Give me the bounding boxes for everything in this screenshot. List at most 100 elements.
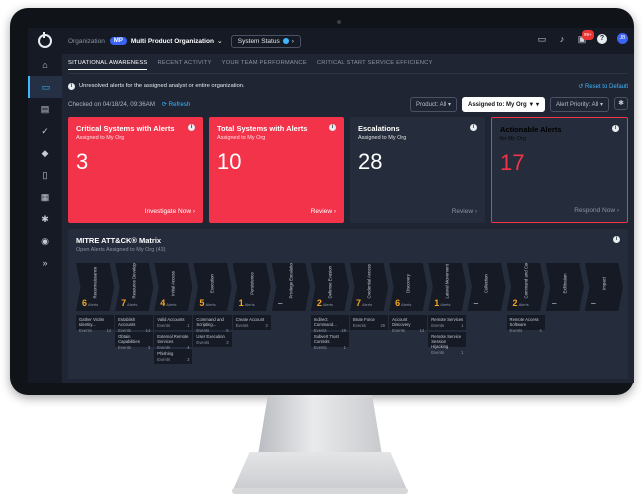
technique-name: Remote Service Session Hijacking [431, 334, 462, 349]
tactic-name: Discovery [405, 274, 411, 293]
card-critical-systems[interactable]: Critical Systems with Alerts Assigned to… [68, 117, 203, 223]
tactic-cell[interactable]: Persistence 1Alerts [232, 263, 271, 311]
info-icon[interactable]: i [470, 124, 477, 131]
technique-cell[interactable]: Remote Service Session Hijacking Events 1 [428, 332, 467, 355]
technique-events: Events 14 [79, 328, 111, 333]
tactic-count: 6Alerts [395, 298, 411, 308]
tactic-cell[interactable]: Exfiltration – [545, 263, 584, 311]
technique-cell[interactable]: Create Account Events 3 [232, 315, 271, 330]
home-icon[interactable]: ⌂ [28, 54, 62, 76]
avatar[interactable]: JB [617, 33, 628, 44]
technique-cell[interactable]: Establish Accounts Events 14 [115, 315, 154, 333]
technique-cell[interactable]: Remote Access Software Events 4 [506, 315, 545, 333]
gear-icon[interactable]: ✱ [614, 97, 628, 110]
priority-filter[interactable]: Alert Priority: All ▾ [549, 97, 609, 112]
tab-service-efficiency[interactable]: CRITICAL START SERVICE EFFICIENCY [317, 60, 433, 70]
technique-cell[interactable]: User Execution Events 3 [193, 332, 232, 347]
technique-cell[interactable]: Subvert Trust Controls Events 1 [310, 332, 349, 350]
product-filter-label: Product: All [415, 102, 447, 108]
technique-cell[interactable]: Phishing Events 3 [154, 349, 193, 364]
technique-cell[interactable]: Gather Victim Identity... Events 14 [76, 315, 115, 333]
summary-cards: Critical Systems with Alerts Assigned to… [68, 117, 628, 223]
info-icon[interactable]: i [188, 124, 195, 131]
system-status-button[interactable]: System Status › [230, 34, 301, 48]
card-actionable-alerts[interactable]: Actionable Alerts for My Org 17 i Respon… [491, 117, 628, 223]
chevron-right-icon: › [291, 37, 294, 45]
inbox-icon[interactable]: ▣99+ [577, 29, 594, 44]
technique-cell[interactable]: Account Discovery Events 14 [389, 315, 428, 333]
info-icon[interactable]: i [329, 124, 336, 131]
document-icon[interactable]: ▯ [28, 164, 62, 186]
technique-cell[interactable]: Brute Force Events 26 [349, 315, 389, 330]
monitor-icon[interactable]: ▭ [537, 34, 547, 44]
info-icon: i [68, 82, 75, 90]
technique-cell[interactable]: External Remote Services Events 4 [154, 332, 193, 350]
assigned-filter-label: Assigned to: My Org [468, 102, 527, 108]
tactic-count-unit: Alerts [518, 302, 529, 307]
tactic-count-value: 4 [160, 298, 166, 308]
card-total-systems[interactable]: Total Systems with Alerts Assigned to My… [209, 117, 344, 223]
tactic-cell[interactable]: Credential Access 7Alerts [349, 263, 389, 311]
review-link[interactable]: Review › [452, 208, 477, 215]
tactic-cell[interactable]: Discovery 6Alerts [389, 263, 428, 311]
monitor-icon[interactable]: ▭ [28, 76, 62, 98]
technique-cell[interactable]: Remote Services Events 1 [428, 315, 467, 330]
help-icon[interactable]: ? [597, 33, 607, 44]
refresh-button[interactable]: ⟳ Refresh [162, 101, 191, 108]
building-icon[interactable]: ▦ [28, 186, 62, 208]
tactic-cell[interactable]: Impact – [584, 263, 623, 311]
chevron-down-icon[interactable]: ⌄ [217, 37, 223, 45]
info-icon[interactable]: i [612, 125, 619, 132]
events-count: 1 [187, 323, 190, 328]
gear-icon[interactable]: ✱ [28, 208, 62, 230]
technique-events: Events 3 [196, 340, 228, 345]
events-label: Events [313, 328, 327, 333]
technique-cell[interactable]: Indirect Command... Events 19 [310, 315, 349, 333]
tactic-count: 2Alerts [317, 298, 333, 308]
info-icon[interactable]: i [613, 236, 620, 243]
investigate-now-link[interactable]: Investigate Now › [145, 208, 195, 215]
tactic-cell[interactable]: Lateral Movement 1Alerts [428, 263, 467, 311]
technique-cell[interactable]: Command and Scripting... Events 5 [193, 315, 232, 333]
respond-now-link[interactable]: Respond Now › [574, 207, 619, 214]
tab-recent-activity[interactable]: RECENT ACTIVITY [157, 60, 211, 70]
technique-events: Events 14 [392, 328, 424, 333]
tab-team-performance[interactable]: YOUR TEAM PERFORMANCE [222, 60, 307, 70]
product-filter[interactable]: Product: All ▾ [409, 97, 457, 112]
tactic-cell[interactable]: Privilege Escalation – [271, 263, 310, 311]
info-banner: i Unresolved alerts for the assigned ana… [68, 80, 628, 92]
tactic-cell[interactable]: Execution 5Alerts [193, 263, 232, 311]
tactic-cell[interactable]: Defense Evasion 2Alerts [310, 263, 349, 311]
tactic-cell[interactable]: Reconnaissance 6Alerts [76, 263, 115, 311]
inbox-icon[interactable]: ▤ [28, 98, 62, 120]
shield-icon[interactable]: ◆ [28, 142, 62, 164]
tab-situational-awareness[interactable]: SITUATIONAL AWARENESS [68, 60, 148, 70]
mitre-subtitle: Open Alerts Assigned to My Org (43) [76, 247, 166, 253]
tactic-cell[interactable]: Resource Development 7Alerts [115, 263, 154, 311]
review-link[interactable]: Review › [311, 208, 336, 215]
events-count: 4 [539, 328, 542, 333]
events-label: Events [79, 328, 92, 333]
check-circle-icon[interactable]: ✓ [28, 120, 62, 142]
assigned-filter[interactable]: Assigned to: My Org ▼ ▾ [462, 97, 545, 112]
eye-icon[interactable]: ◉ [28, 230, 62, 252]
bell-icon[interactable]: ♪ [557, 34, 567, 44]
technique-column: Gather Victim Identity... Events 14 [76, 315, 115, 366]
tactic-cell[interactable]: Command and Control 2Alerts [506, 263, 545, 311]
technique-cell[interactable]: Obtain Capabilities Events 3 [115, 332, 154, 350]
expand-icon[interactable]: » [28, 252, 62, 274]
technique-name: External Remote Services [157, 334, 189, 344]
tactic-count-unit: Alerts [205, 302, 216, 307]
card-value: 17 [500, 150, 525, 175]
card-value: 3 [76, 149, 89, 174]
org-name[interactable]: Multi Product Organization [131, 38, 214, 45]
technique-cell[interactable]: Valid Accounts Events 1 [154, 315, 193, 330]
app-logo[interactable] [28, 28, 62, 54]
monitor-stand-foot [232, 488, 408, 494]
tactic-count: – [552, 298, 557, 308]
events-label: Events [157, 345, 171, 350]
reset-default-link[interactable]: ↺ Reset to Default [578, 83, 628, 90]
card-escalations[interactable]: Escalations Assigned to My Org 28 i Revi… [350, 117, 485, 223]
tactic-cell[interactable]: Collection – [467, 263, 506, 311]
tactic-cell[interactable]: Initial Access 4Alerts [154, 263, 193, 311]
